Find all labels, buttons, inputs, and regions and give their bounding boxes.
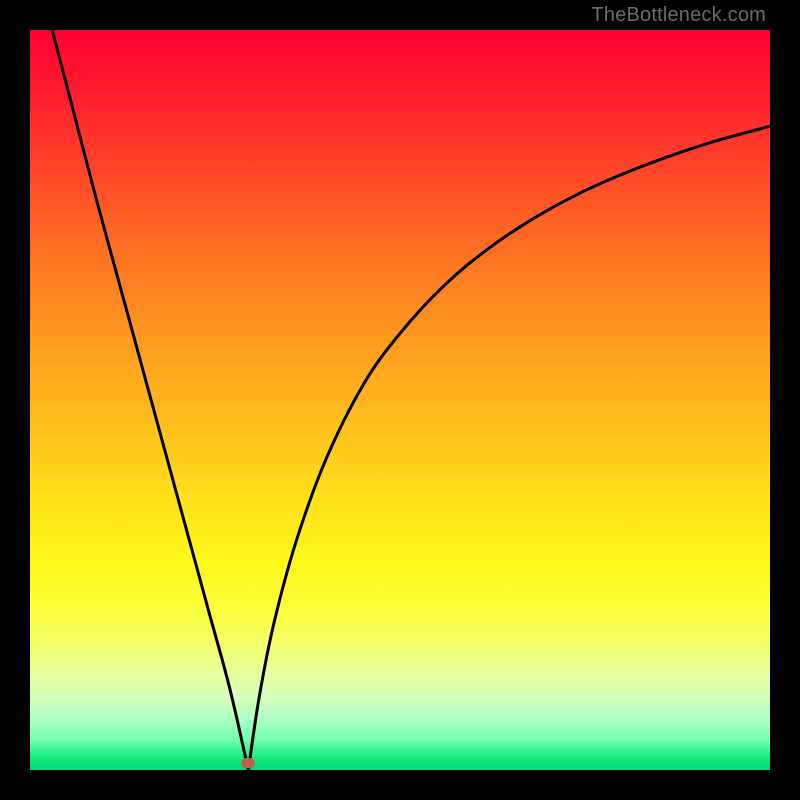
chart-frame: TheBottleneck.com xyxy=(0,0,800,800)
plot-area xyxy=(30,30,770,770)
minimum-marker xyxy=(241,758,255,768)
bottleneck-curve xyxy=(30,30,770,770)
watermark-text: TheBottleneck.com xyxy=(591,4,766,27)
